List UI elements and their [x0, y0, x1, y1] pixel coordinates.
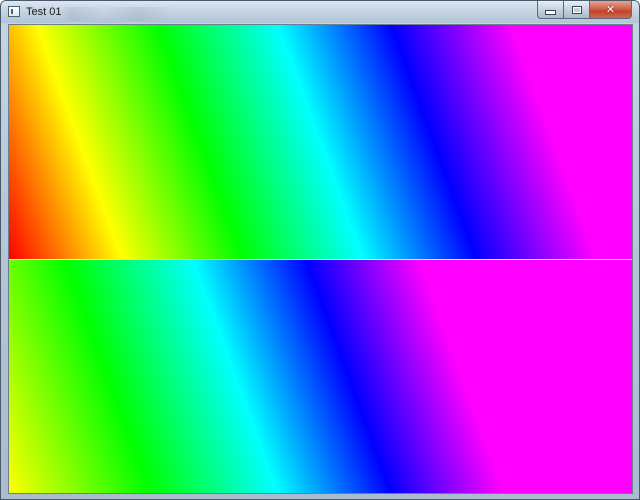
app-window: Test 01 ✕	[0, 0, 640, 500]
background-reflection	[61, 7, 201, 21]
close-icon: ✕	[605, 3, 616, 16]
window-title: Test 01	[26, 6, 62, 18]
render-canvas[interactable]	[8, 24, 633, 494]
app-window-icon[interactable]	[8, 6, 20, 17]
gradient-quad-bottom	[9, 260, 632, 493]
maximize-button[interactable]	[563, 1, 589, 19]
caption-buttons: ✕	[537, 1, 632, 19]
title-bar[interactable]: Test 01 ✕	[1, 1, 639, 23]
minimize-icon	[545, 10, 556, 15]
minimize-button[interactable]	[537, 1, 563, 19]
maximize-icon	[571, 5, 582, 14]
close-button[interactable]: ✕	[589, 1, 632, 19]
gradient-quad-top	[9, 25, 632, 259]
